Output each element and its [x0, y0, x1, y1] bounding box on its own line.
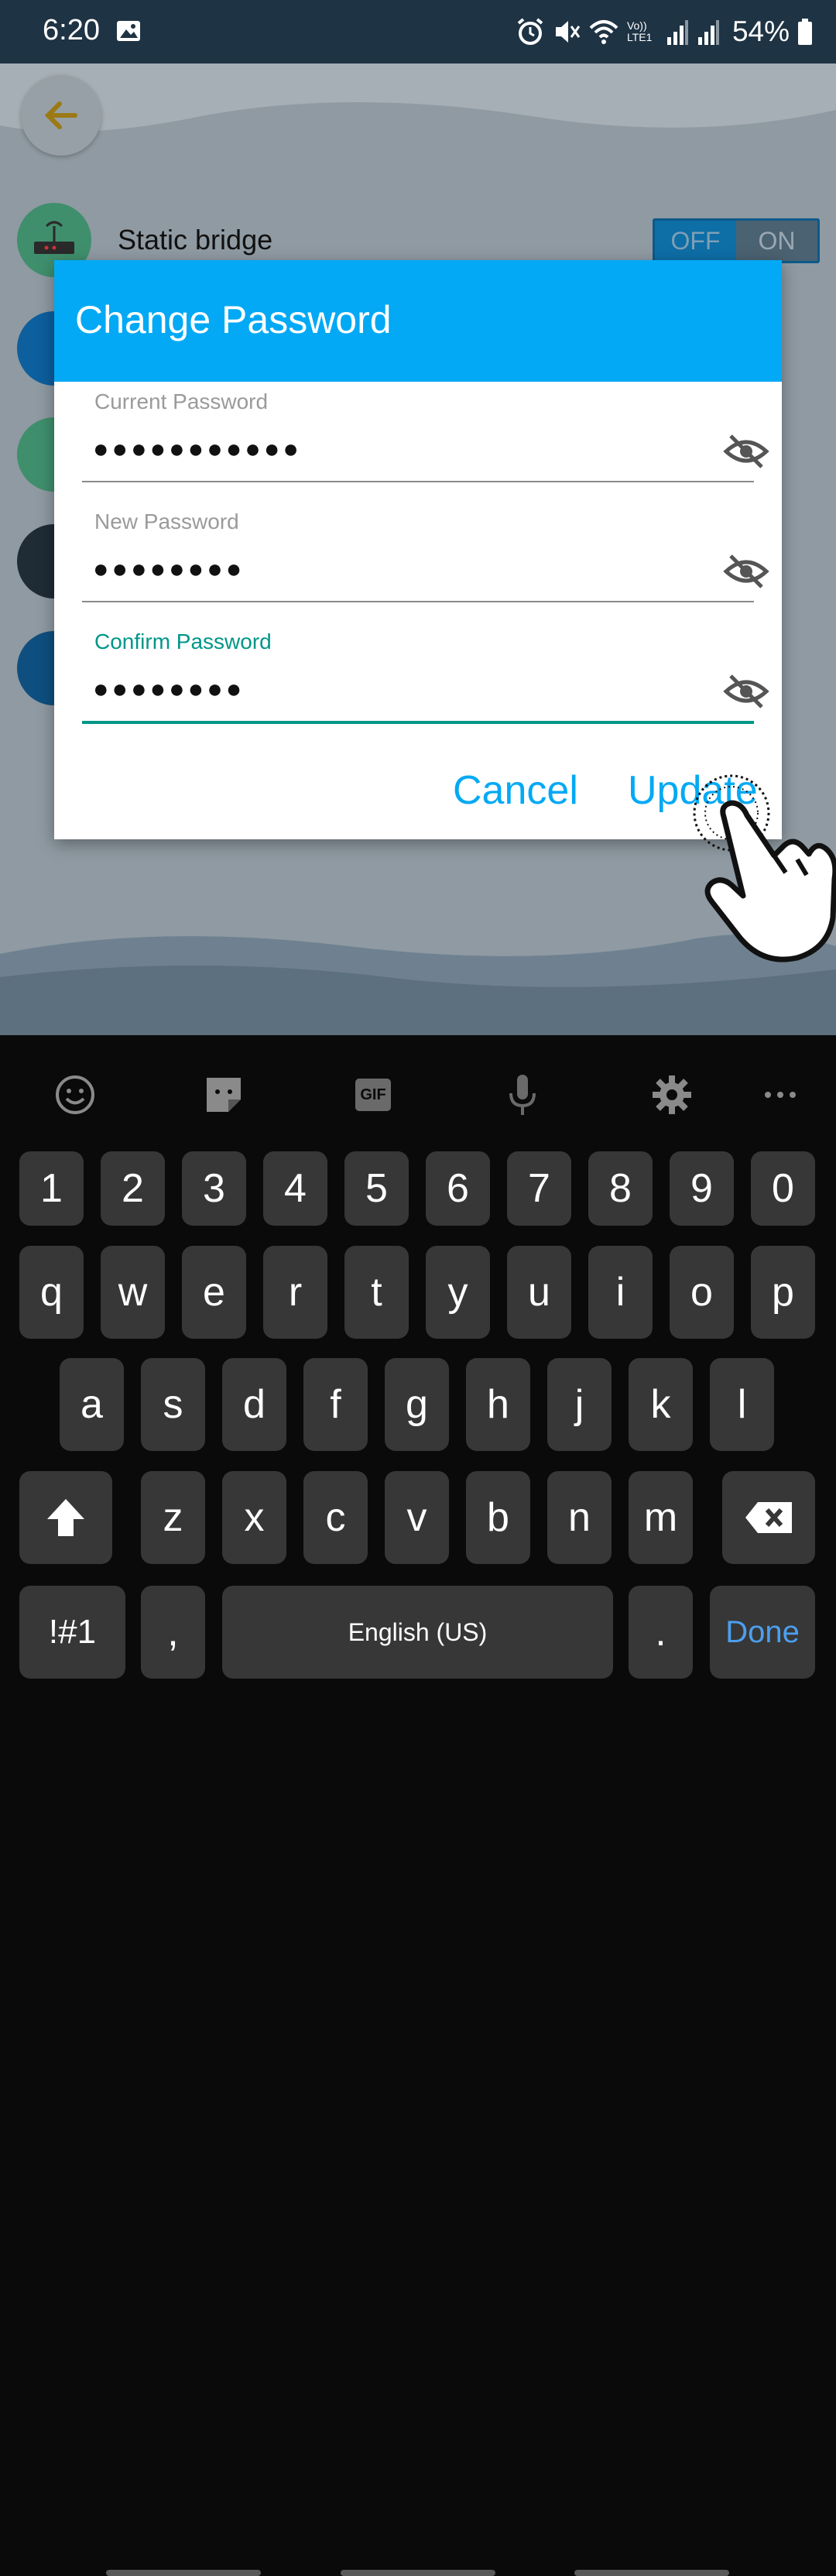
- settings-icon[interactable]: [649, 1072, 695, 1118]
- key-q[interactable]: q: [19, 1246, 84, 1339]
- key-6[interactable]: 6: [426, 1151, 490, 1226]
- current-password-label: Current Password: [94, 389, 269, 413]
- sticker-icon[interactable]: [200, 1072, 247, 1118]
- current-password-field[interactable]: Current Password ●●●●●●●●●●●: [82, 382, 754, 482]
- space-key[interactable]: English (US): [222, 1586, 613, 1679]
- status-icons: Vo)) LTE1 54%: [516, 11, 813, 53]
- key-x[interactable]: x: [222, 1471, 286, 1564]
- symbols-key[interactable]: !#1: [19, 1586, 125, 1679]
- key-r[interactable]: r: [263, 1246, 327, 1339]
- volte-label: Vo)) LTE1: [626, 19, 653, 43]
- key-l[interactable]: l: [710, 1358, 774, 1451]
- key-5[interactable]: 5: [344, 1151, 409, 1226]
- key-m[interactable]: m: [629, 1471, 693, 1564]
- battery-icon: [798, 19, 812, 45]
- done-key[interactable]: Done: [710, 1586, 815, 1679]
- keyboard: GIF 1 2 3 4 5 6 7 8 9 0 q w e r t y u i …: [0, 1035, 836, 2576]
- key-h[interactable]: h: [466, 1358, 530, 1451]
- gif-icon[interactable]: GIF: [355, 1079, 391, 1111]
- key-g[interactable]: g: [385, 1358, 449, 1451]
- key-i[interactable]: i: [588, 1246, 653, 1339]
- key-9[interactable]: 9: [670, 1151, 734, 1226]
- current-password-underline: [82, 481, 754, 482]
- eye-off-icon[interactable]: [721, 668, 771, 715]
- image-notification-icon: [117, 21, 140, 41]
- key-7[interactable]: 7: [507, 1151, 571, 1226]
- key-t[interactable]: t: [344, 1246, 409, 1339]
- confirm-password-input[interactable]: ●●●●●●●●: [93, 674, 245, 705]
- change-password-dialog: Change Password Current Password ●●●●●●●…: [54, 260, 782, 839]
- key-v[interactable]: v: [385, 1471, 449, 1564]
- comma-key[interactable]: ,: [141, 1586, 205, 1679]
- key-8[interactable]: 8: [588, 1151, 653, 1226]
- signal-icon-1: [666, 20, 688, 45]
- signal-icon-2: [697, 20, 719, 45]
- confirm-password-underline: [82, 721, 754, 724]
- key-0[interactable]: 0: [751, 1151, 815, 1226]
- eye-off-icon[interactable]: [721, 548, 771, 595]
- key-o[interactable]: o: [670, 1246, 734, 1339]
- static-bridge-toggle[interactable]: OFF ON: [653, 218, 820, 263]
- backspace-key[interactable]: [722, 1471, 815, 1564]
- new-password-field[interactable]: New Password ●●●●●●●●: [82, 502, 754, 602]
- cancel-button[interactable]: Cancel: [453, 767, 578, 814]
- confirm-password-label: Confirm Password: [94, 629, 272, 653]
- shift-key[interactable]: [19, 1471, 112, 1564]
- key-s[interactable]: s: [141, 1358, 205, 1451]
- key-y[interactable]: y: [426, 1246, 490, 1339]
- key-1[interactable]: 1: [19, 1151, 84, 1226]
- period-key[interactable]: .: [629, 1586, 693, 1679]
- backspace-icon: [745, 1502, 792, 1533]
- arrow-left-icon: [44, 101, 77, 129]
- key-z[interactable]: z: [141, 1471, 205, 1564]
- static-bridge-label: Static bridge: [118, 224, 273, 256]
- toggle-on-label: ON: [736, 221, 817, 261]
- nav-hint-left[interactable]: [106, 2570, 261, 2576]
- key-a[interactable]: a: [60, 1358, 124, 1451]
- wifi-icon: [589, 20, 618, 44]
- new-password-input[interactable]: ●●●●●●●●: [93, 554, 245, 585]
- eye-off-icon[interactable]: [721, 428, 771, 475]
- key-j[interactable]: j: [547, 1358, 612, 1451]
- status-bar: 6:20 Vo)) LTE1 54%: [0, 0, 836, 63]
- key-e[interactable]: e: [182, 1246, 246, 1339]
- new-password-label: New Password: [94, 509, 239, 533]
- alarm-icon: [517, 18, 543, 45]
- key-w[interactable]: w: [101, 1246, 165, 1339]
- confirm-password-field[interactable]: Confirm Password ●●●●●●●●: [82, 622, 754, 725]
- key-n[interactable]: n: [547, 1471, 612, 1564]
- key-4[interactable]: 4: [263, 1151, 327, 1226]
- toggle-off-label: OFF: [670, 227, 721, 255]
- status-time: 6:20: [43, 14, 100, 46]
- dialog-header: Change Password: [54, 260, 782, 382]
- current-password-input[interactable]: ●●●●●●●●●●●: [93, 434, 302, 465]
- battery-percent: 54%: [732, 15, 790, 47]
- key-b[interactable]: b: [466, 1471, 530, 1564]
- emoji-icon[interactable]: [52, 1072, 98, 1118]
- back-button[interactable]: [21, 75, 101, 156]
- key-c[interactable]: c: [303, 1471, 368, 1564]
- top-wave: [0, 63, 836, 132]
- key-2[interactable]: 2: [101, 1151, 165, 1226]
- shift-icon: [47, 1499, 84, 1536]
- key-k[interactable]: k: [629, 1358, 693, 1451]
- nav-hint-right[interactable]: [574, 2570, 729, 2576]
- tap-hand-icon: [693, 774, 836, 962]
- key-3[interactable]: 3: [182, 1151, 246, 1226]
- nav-hint-center[interactable]: [341, 2570, 495, 2576]
- dialog-title: Change Password: [75, 298, 392, 341]
- mute-icon: [555, 21, 581, 43]
- key-f[interactable]: f: [303, 1358, 368, 1451]
- more-icon[interactable]: [757, 1072, 803, 1118]
- microphone-icon[interactable]: [499, 1072, 546, 1118]
- key-d[interactable]: d: [222, 1358, 286, 1451]
- new-password-underline: [82, 601, 754, 602]
- key-p[interactable]: p: [751, 1246, 815, 1339]
- key-u[interactable]: u: [507, 1246, 571, 1339]
